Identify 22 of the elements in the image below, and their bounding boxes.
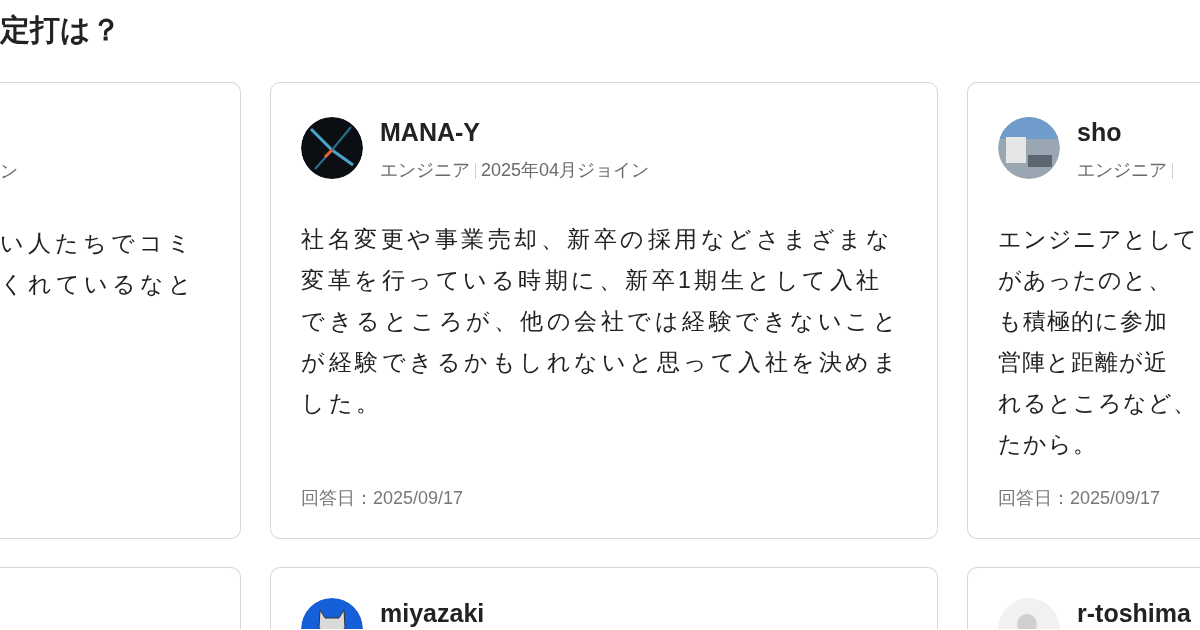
user-name: r-toshima	[1077, 598, 1191, 628]
answer-date: 回答日：2025/09/17	[301, 487, 465, 510]
join-date: ン	[0, 160, 18, 183]
answer-date: 回答日：2025/09/17	[998, 487, 1162, 510]
join-date: 2025年04月ジョイン	[481, 159, 650, 182]
user-role: エンジニア	[1077, 159, 1167, 182]
answer-text-line: エンジニアとして	[998, 225, 1198, 254]
user-name: sho	[1077, 117, 1123, 147]
user-name: miyazaki	[380, 598, 485, 628]
user-name: MANA-Y	[380, 117, 481, 147]
section-heading: 定打は？	[0, 12, 122, 48]
avatar-artwork	[301, 117, 363, 179]
photo-placeholder	[998, 117, 1060, 179]
user-role: エンジニア	[380, 159, 470, 182]
answer-text-line: 営陣と距離が近	[998, 348, 1168, 377]
answer-text-line: たから。	[998, 430, 1097, 459]
answer-text-line: い人たちでコミ	[0, 229, 195, 258]
answer-text-line: も積極的に参加	[998, 307, 1168, 336]
answer-text: 社名変更や事業売却、新卒の採用などさまざまな変革を行っている時期に、新卒1期生として入社できるところが、他の会社では経験できないことが経験できるかもしれないと思って入社を決めました。	[301, 225, 901, 418]
answer-text-line: くれているなと	[0, 270, 196, 299]
answer-text-line: があったのと、	[998, 266, 1172, 295]
answer-text-line: れるところなど、	[998, 389, 1197, 418]
